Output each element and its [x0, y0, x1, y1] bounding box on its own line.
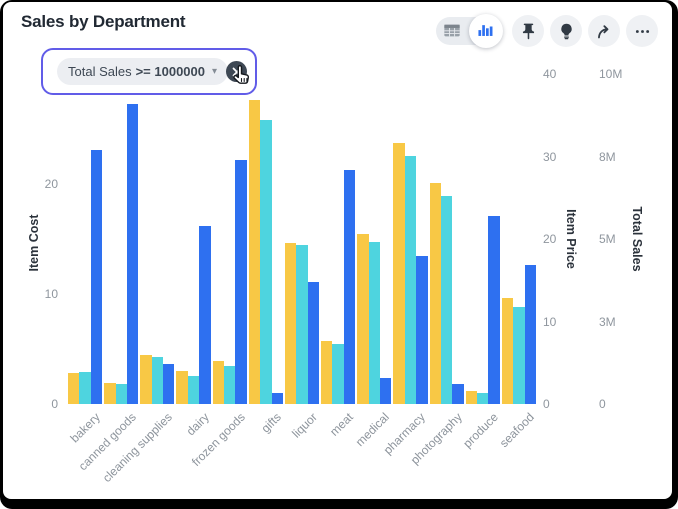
bar[interactable] — [502, 298, 513, 404]
table-view-toggle[interactable] — [443, 22, 461, 40]
bar[interactable] — [163, 364, 174, 404]
axis-tick: 20 — [543, 231, 556, 247]
bar[interactable] — [466, 391, 477, 404]
bar[interactable] — [416, 256, 427, 405]
bar-group-meat — [320, 74, 356, 404]
bar[interactable] — [79, 372, 90, 404]
bar[interactable] — [152, 357, 163, 404]
bar[interactable] — [488, 216, 499, 404]
bar[interactable] — [405, 156, 416, 404]
table-icon — [443, 22, 461, 40]
bar[interactable] — [380, 378, 391, 404]
bar-group-pharmacy — [392, 74, 428, 404]
bar-group-cleaning-supplies — [139, 74, 175, 404]
bar-group-liquor — [284, 74, 320, 404]
axis-tick: 10 — [24, 286, 58, 302]
bar[interactable] — [116, 384, 127, 404]
share-button[interactable] — [588, 15, 620, 47]
bar[interactable] — [235, 160, 246, 404]
y-axis-title-left: Item Cost — [27, 215, 41, 272]
bar[interactable] — [91, 150, 102, 404]
pin-button[interactable] — [512, 15, 544, 47]
bar[interactable] — [272, 393, 283, 405]
chart-view-toggle[interactable] — [469, 14, 503, 48]
ellipsis-icon — [633, 22, 652, 41]
x-axis-label: seafood — [497, 410, 537, 450]
bar[interactable] — [249, 100, 260, 404]
pin-icon — [519, 22, 538, 41]
bar[interactable] — [104, 383, 115, 404]
bar-group-dairy — [175, 74, 211, 404]
chart-card: Sales by Department — [3, 2, 672, 499]
bar[interactable] — [430, 183, 441, 404]
axis-tick: 10 — [543, 314, 556, 330]
bar[interactable] — [296, 245, 307, 404]
bar[interactable] — [393, 143, 404, 404]
share-arrow-icon — [595, 22, 614, 41]
bar[interactable] — [525, 265, 536, 404]
insights-button[interactable] — [550, 15, 582, 47]
bar-group-medical — [356, 74, 392, 404]
bar[interactable] — [452, 384, 463, 404]
bar[interactable] — [344, 170, 355, 404]
bar-group-canned-goods — [103, 74, 139, 404]
bar-group-produce — [465, 74, 501, 404]
axis-tick: 5M — [599, 231, 616, 247]
y-axis-title-right-outer: Total Sales — [630, 206, 644, 271]
axis-tick: 0 — [599, 396, 606, 412]
bar[interactable] — [285, 243, 296, 404]
bar[interactable] — [176, 371, 187, 404]
bar[interactable] — [308, 282, 319, 404]
bar-group-bakery — [67, 74, 103, 404]
bar-group-seafood — [501, 74, 537, 404]
axis-tick: 10M — [599, 66, 622, 82]
x-axis-label: meat — [327, 410, 356, 439]
x-axis-label: dairy — [183, 410, 211, 438]
bar-group-photography — [429, 74, 465, 404]
bar[interactable] — [357, 234, 368, 405]
cursor-pointer-icon — [229, 64, 253, 95]
x-axis-label: liquor — [289, 410, 320, 441]
axis-tick: 30 — [543, 149, 556, 165]
bar[interactable] — [224, 366, 235, 404]
bar[interactable] — [332, 344, 343, 404]
bar[interactable] — [199, 226, 210, 404]
bar[interactable] — [188, 376, 199, 404]
plot-area — [67, 74, 537, 404]
screenshot-frame: Sales by Department — [0, 0, 678, 509]
lightbulb-icon — [557, 22, 576, 41]
axis-tick: 20 — [24, 176, 58, 192]
bar[interactable] — [369, 242, 380, 404]
view-toggle — [436, 17, 500, 45]
bar[interactable] — [127, 104, 138, 404]
page-title: Sales by Department — [21, 12, 185, 32]
y-axis-title-right-inner: Item Price — [564, 209, 578, 269]
bar-group-frozen-goods — [212, 74, 248, 404]
x-axis-label: gifts — [258, 410, 283, 435]
bar[interactable] — [140, 355, 151, 405]
axis-tick: 8M — [599, 149, 616, 165]
x-axis-label: cleaning supplies — [100, 410, 175, 485]
bar[interactable] — [213, 361, 224, 404]
bar[interactable] — [441, 196, 452, 404]
bar-group-gifts — [248, 74, 284, 404]
axis-tick: 0 — [543, 396, 550, 412]
bar[interactable] — [513, 307, 524, 404]
axis-tick: 3M — [599, 314, 616, 330]
bar[interactable] — [68, 373, 79, 404]
axis-tick: 40 — [543, 66, 556, 82]
bar[interactable] — [260, 120, 271, 404]
toolbar — [436, 15, 658, 47]
axis-tick: 0 — [24, 396, 58, 412]
bar[interactable] — [477, 393, 488, 404]
bar-chart-icon — [477, 22, 495, 40]
x-axis-label: produce — [460, 410, 501, 451]
more-button[interactable] — [626, 15, 658, 47]
bar[interactable] — [321, 341, 332, 404]
